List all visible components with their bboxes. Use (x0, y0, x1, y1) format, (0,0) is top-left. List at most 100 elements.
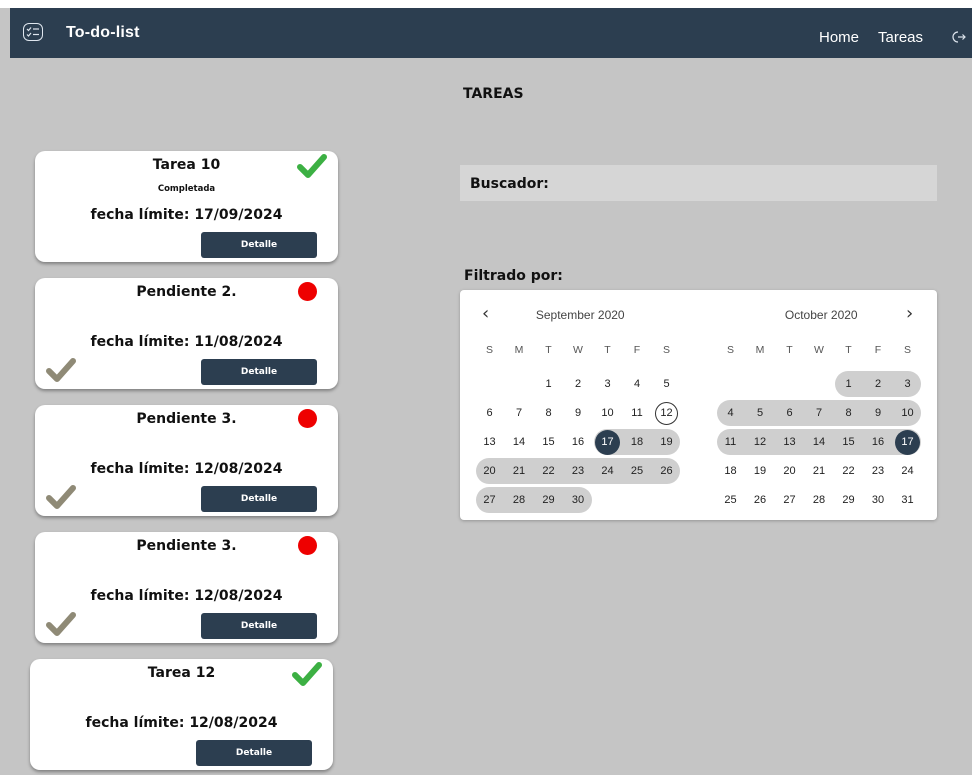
calendar-day[interactable]: 2 (866, 373, 891, 395)
logout-icon[interactable] (952, 29, 966, 48)
weekday-label: S (903, 344, 911, 356)
top-strip (0, 0, 972, 8)
pending-status-dot (298, 536, 317, 555)
detail-button[interactable]: Detalle (201, 232, 317, 258)
calendar-day[interactable]: 3 (595, 373, 620, 395)
date-range-calendar: ‹ › September 2020 S M T W T F S 1 2 3 4 5 6 7 8 9 10 11 12… (460, 290, 937, 520)
weekday-label: S (662, 344, 670, 356)
calendar-day[interactable]: 9 (866, 402, 891, 424)
calendar-day[interactable]: 28 (507, 489, 532, 511)
calendar-day[interactable]: 9 (566, 402, 591, 424)
calendar-day[interactable]: 6 (777, 402, 802, 424)
calendar-day[interactable]: 14 (807, 431, 832, 453)
task-card[interactable]: Tarea 10 Completada fecha límite: 17/09/20… (35, 151, 338, 262)
calendar-day[interactable]: 1 (836, 373, 861, 395)
calendar-day[interactable]: 25 (625, 460, 650, 482)
calendar-day[interactable]: 13 (777, 431, 802, 453)
calendar-day[interactable]: 4 (625, 373, 650, 395)
calendar-day[interactable]: 27 (477, 489, 502, 511)
weekday-label: S (726, 344, 734, 356)
search-bar[interactable]: Buscador: (460, 165, 937, 201)
nav-tasks-link[interactable]: Tareas (878, 29, 923, 46)
calendar-day[interactable]: 2 (566, 373, 591, 395)
weekday-label: S (485, 344, 493, 356)
task-card[interactable]: Pendiente 3. fecha límite: 12/08/2024 Deta… (35, 532, 338, 643)
calendar-day[interactable]: 15 (836, 431, 861, 453)
calendar-day[interactable]: 26 (654, 460, 679, 482)
calendar-day[interactable]: 12 (748, 431, 773, 453)
calendar-day[interactable]: 25 (718, 489, 743, 511)
filter-label: Filtrado por: (464, 268, 563, 284)
calendar-day[interactable]: 16 (566, 431, 591, 453)
calendar-day[interactable]: 31 (895, 489, 920, 511)
checklist-icon[interactable] (23, 23, 43, 41)
calendar-day[interactable]: 23 (566, 460, 591, 482)
task-due-date: fecha límite: 12/08/2024 (90, 588, 283, 604)
task-due-date: fecha límite: 12/08/2024 (90, 461, 283, 477)
calendar-day[interactable]: 20 (477, 460, 502, 482)
calendar-day[interactable]: 6 (477, 402, 502, 424)
calendar-day[interactable]: 12 (654, 402, 679, 424)
pending-status-dot (298, 409, 317, 428)
mark-complete-check-icon[interactable] (46, 612, 76, 640)
calendar-day[interactable]: 4 (718, 402, 743, 424)
calendar-day[interactable]: 14 (507, 431, 532, 453)
calendar-day[interactable]: 29 (536, 489, 561, 511)
task-card[interactable]: Pendiente 2. fecha límite: 11/08/2024 Deta… (35, 278, 338, 389)
calendar-day[interactable]: 26 (748, 489, 773, 511)
calendar-day[interactable]: 19 (654, 431, 679, 453)
task-status: Completada (157, 184, 216, 194)
calendar-day[interactable]: 30 (566, 489, 591, 511)
calendar-day[interactable]: 28 (807, 489, 832, 511)
calendar-day[interactable]: 21 (807, 460, 832, 482)
calendar-day[interactable]: 1 (536, 373, 561, 395)
calendar-day[interactable]: 27 (777, 489, 802, 511)
detail-button[interactable]: Detalle (201, 359, 317, 385)
calendar-day[interactable]: 11 (718, 431, 743, 453)
calendar-day[interactable]: 15 (536, 431, 561, 453)
pending-status-dot (298, 282, 317, 301)
calendar-day[interactable]: 24 (595, 460, 620, 482)
calendar-day[interactable]: 22 (536, 460, 561, 482)
calendar-day[interactable]: 10 (595, 402, 620, 424)
calendar-day[interactable]: 5 (748, 402, 773, 424)
calendar-day[interactable]: 19 (748, 460, 773, 482)
calendar-day[interactable]: 16 (866, 431, 891, 453)
detail-button[interactable]: Detalle (201, 486, 317, 512)
calendar-day[interactable]: 7 (807, 402, 832, 424)
calendar-day[interactable]: 17 (595, 431, 620, 453)
weekday-label: F (633, 344, 641, 356)
calendar-day[interactable]: 22 (836, 460, 861, 482)
mark-complete-check-icon[interactable] (46, 358, 76, 386)
calendar-day[interactable]: 18 (718, 460, 743, 482)
calendar-day[interactable]: 30 (866, 489, 891, 511)
task-card[interactable]: Tarea 12 fecha límite: 12/08/2024 Detalle (30, 659, 333, 770)
task-card[interactable]: Pendiente 3. fecha límite: 12/08/2024 Deta… (35, 405, 338, 516)
mark-complete-check-icon[interactable] (46, 485, 76, 513)
weekday-label: T (545, 344, 552, 356)
calendar-day[interactable]: 5 (654, 373, 679, 395)
detail-button[interactable]: Detalle (196, 740, 312, 766)
calendar-day[interactable]: 13 (477, 431, 502, 453)
calendar-day[interactable]: 8 (536, 402, 561, 424)
calendar-day[interactable]: 11 (625, 402, 650, 424)
task-title: Tarea 12 (147, 665, 216, 681)
calendar-day[interactable]: 3 (895, 373, 920, 395)
calendar-day[interactable]: 29 (836, 489, 861, 511)
page-title: TAREAS (463, 86, 524, 102)
calendar-day[interactable]: 17 (895, 431, 920, 453)
navbar: To-do-list Home Tareas (10, 8, 972, 58)
calendar-day[interactable]: 18 (625, 431, 650, 453)
calendar-day[interactable]: 21 (507, 460, 532, 482)
calendar-day[interactable]: 20 (777, 460, 802, 482)
calendar-day[interactable]: 7 (507, 402, 532, 424)
task-due-date: fecha límite: 11/08/2024 (90, 334, 283, 350)
calendar-day[interactable]: 24 (895, 460, 920, 482)
calendar-day[interactable]: 23 (866, 460, 891, 482)
calendar-day[interactable]: 10 (895, 402, 920, 424)
calendar-day[interactable]: 8 (836, 402, 861, 424)
task-title: Pendiente 2. (136, 284, 237, 300)
completed-check-icon (297, 154, 327, 182)
nav-home-link[interactable]: Home (819, 29, 859, 46)
detail-button[interactable]: Detalle (201, 613, 317, 639)
